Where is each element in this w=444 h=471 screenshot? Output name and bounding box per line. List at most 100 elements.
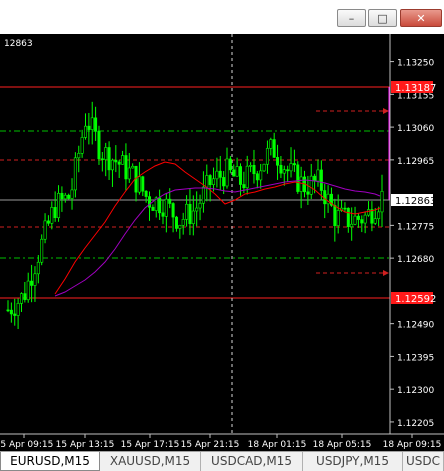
candle-body <box>70 189 74 199</box>
candle-body <box>158 197 162 214</box>
price-tick-label: 1.12205 <box>397 419 434 429</box>
candle-body <box>350 223 354 228</box>
candle-body <box>269 139 273 149</box>
symbol-price-label: 12863 <box>4 39 33 49</box>
candle-body <box>262 163 266 172</box>
price-tick-label: 1.12300 <box>397 386 434 396</box>
candle-body <box>299 176 303 192</box>
candle-body <box>164 198 168 217</box>
candle-body <box>127 167 131 180</box>
time-tick-label: 18 Apr 09:15 <box>383 440 442 450</box>
price-tick-label: 1.12965 <box>397 157 434 167</box>
candle-body <box>151 206 155 211</box>
candle-body <box>131 165 135 169</box>
candle-body <box>100 158 104 161</box>
candle-body <box>353 215 357 225</box>
time-axis[interactable]: 15 Apr 09:15 15 Apr 13:15 15 Apr 17:15 15 A… <box>0 434 441 450</box>
candle-body <box>225 158 229 187</box>
candle-body <box>222 177 226 187</box>
candle-body <box>252 165 256 175</box>
tab-usdc[interactable]: USDC <box>403 452 444 471</box>
candle-body <box>114 159 118 163</box>
candle-body <box>306 191 310 195</box>
time-tick-label: 15 Apr 17:15 <box>121 440 180 450</box>
candle-body <box>188 203 192 224</box>
candle-body <box>195 207 199 212</box>
candle-body <box>212 178 216 185</box>
candle-body <box>249 165 253 167</box>
candle-body <box>57 193 61 219</box>
price-chart[interactable]: 1.13250 1.13155 1.13060 1.12965 1.12775 1.126… <box>0 34 444 451</box>
price-tick-label: 1.12395 <box>397 353 434 363</box>
candle-body <box>259 170 263 181</box>
candle-body <box>313 175 317 182</box>
candle-body <box>124 155 128 180</box>
arrow-marker-1 <box>383 108 389 114</box>
candle-body <box>19 293 23 304</box>
candle-body <box>63 194 67 200</box>
candle-body <box>107 147 111 171</box>
candle-body <box>80 137 84 154</box>
chart-canvas[interactable]: 1.132501.131551.130601.129651.127751.126… <box>0 34 444 451</box>
candle-body <box>110 159 114 171</box>
candles-group <box>6 101 384 329</box>
price-tick-label: 1.12680 <box>397 255 434 265</box>
candle-body <box>208 175 212 185</box>
candle-body <box>319 169 323 191</box>
candle-body <box>373 218 377 224</box>
candle-body <box>276 157 280 166</box>
time-tick-label: 18 Apr 01:15 <box>248 440 307 450</box>
tab-eurusd[interactable]: EURUSD,M15 <box>0 452 100 471</box>
candle-body <box>26 280 30 301</box>
candle-body <box>90 117 94 130</box>
candle-body <box>191 210 195 224</box>
current-price-label: 1.12863 <box>395 196 436 207</box>
price-tick-label: 1.13250 <box>397 59 434 69</box>
candle-body <box>218 170 222 178</box>
time-tick-label: 15 Apr 13:15 <box>56 440 115 450</box>
close-button[interactable]: ✕ <box>400 9 442 27</box>
candle-body <box>356 215 360 220</box>
candle-body <box>16 303 20 316</box>
price-tick-label: 1.12775 <box>397 222 434 232</box>
candle-body <box>360 219 364 224</box>
candle-body <box>53 207 57 219</box>
candle-body <box>97 131 101 160</box>
level-high-label: 1.13187 <box>395 83 436 94</box>
minimize-button[interactable]: – <box>337 9 366 27</box>
price-axis[interactable]: 1.132501.131551.130601.129651.127751.126… <box>390 59 434 429</box>
candle-body <box>30 280 34 286</box>
candle-body <box>238 166 242 185</box>
candle-body <box>198 202 202 209</box>
candle-body <box>181 219 185 226</box>
candle-body <box>242 184 246 189</box>
candle-body <box>228 158 232 171</box>
level-low-label: 1.12592 <box>395 294 436 305</box>
time-tick-label: 18 Apr 05:15 <box>313 440 372 450</box>
tab-usdjpy[interactable]: USDJPY,M15 <box>303 452 403 471</box>
candle-body <box>168 198 172 204</box>
candle-body <box>286 169 290 172</box>
candle-body <box>296 164 300 192</box>
candle-body <box>46 220 50 224</box>
ma-fast-line <box>54 161 381 295</box>
candle-body <box>6 309 10 312</box>
candle-body <box>380 191 384 213</box>
candle-body <box>323 190 327 205</box>
candle-body <box>9 309 13 315</box>
maximize-button[interactable]: □ <box>368 9 397 27</box>
candle-body <box>43 220 47 240</box>
tab-xauusd[interactable]: XAUUSD,M15 <box>100 452 201 471</box>
candle-body <box>232 169 236 177</box>
candle-body <box>377 211 381 220</box>
candle-body <box>50 207 54 224</box>
candle-body <box>174 216 178 229</box>
candle-body <box>309 175 313 195</box>
candle-body <box>272 139 276 158</box>
tab-usdcad[interactable]: USDCAD,M15 <box>201 452 303 471</box>
price-tick-label: 1.12490 <box>397 321 434 331</box>
candle-body <box>333 205 337 227</box>
maximize-icon: □ <box>377 11 388 25</box>
candle-body <box>87 125 91 130</box>
candle-body <box>13 313 17 316</box>
